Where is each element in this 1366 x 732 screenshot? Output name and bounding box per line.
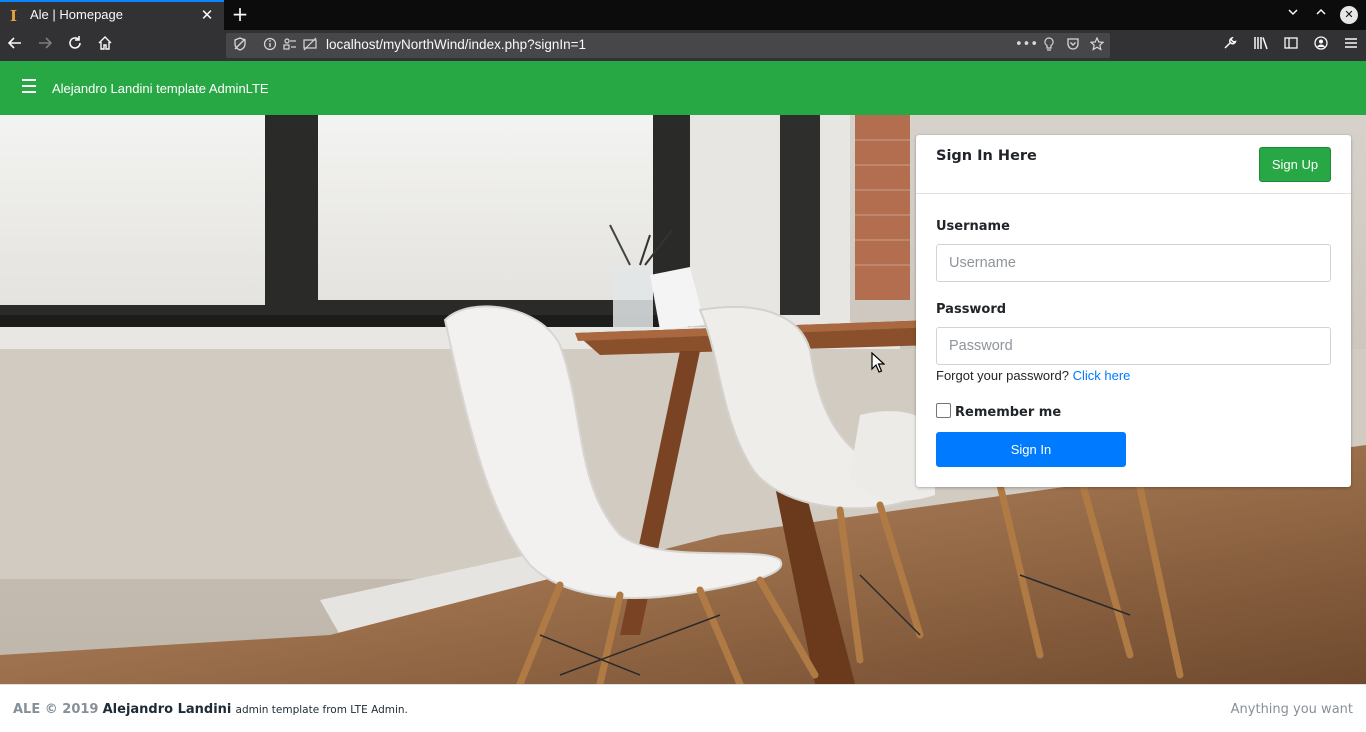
footer-suffix: admin template from LTE Admin. [235, 704, 408, 716]
lightbulb-icon[interactable] [1040, 37, 1058, 53]
menu-icon[interactable] [1341, 36, 1361, 56]
chevron-up-icon[interactable] [1312, 5, 1330, 23]
remember-me-label[interactable]: Remember me [955, 405, 1061, 420]
forgot-password-prompt: Forgot your password? [936, 368, 1069, 383]
sidebar-icon[interactable] [1281, 36, 1301, 56]
site-favicon-icon: I [10, 7, 18, 25]
footer-right-text: Anything you want [1230, 702, 1353, 717]
password-input[interactable] [936, 327, 1331, 365]
username-label: Username [936, 219, 1010, 234]
page-actions-icon[interactable]: ••• [1015, 37, 1038, 53]
remember-me-checkbox[interactable] [936, 403, 951, 418]
browser-toolbar: localhost/myNorthWind/index.php?signIn=1… [0, 30, 1366, 61]
brand-title[interactable]: Alejandro Landini template AdminLTE [52, 81, 269, 96]
page-footer: ALE © 2019 Alejandro Landini admin templ… [0, 684, 1366, 732]
app-header: Alejandro Landini template AdminLTE [0, 61, 1366, 115]
forgot-password-text: Forgot your password? Click here [936, 368, 1130, 383]
back-arrow-icon[interactable] [4, 35, 26, 57]
window-close-icon[interactable]: ✕ [1340, 6, 1358, 24]
footer-copyright: ALE © 2019 Alejandro Landini admin templ… [13, 702, 408, 717]
home-icon[interactable] [94, 35, 116, 57]
address-bar[interactable]: localhost/myNorthWind/index.php?signIn=1… [226, 33, 1110, 58]
forgot-password-link[interactable]: Click here [1073, 368, 1131, 383]
footer-author-link[interactable]: Alejandro Landini [103, 702, 232, 717]
username-input[interactable] [936, 244, 1331, 282]
tracking-protection-icon[interactable] [232, 37, 248, 53]
reload-icon[interactable] [64, 35, 86, 57]
browser-tab[interactable]: I Ale | Homepage ✕ [0, 0, 224, 30]
signup-button[interactable]: Sign Up [1259, 147, 1331, 182]
hamburger-menu-icon[interactable] [22, 79, 38, 93]
password-label: Password [936, 302, 1007, 317]
url-text[interactable]: localhost/myNorthWind/index.php?signIn=1 [326, 37, 586, 52]
bookmark-star-icon[interactable] [1088, 36, 1106, 53]
card-title: Sign In Here [936, 148, 1037, 164]
forward-arrow-icon[interactable] [34, 35, 56, 57]
insecure-connection-icon[interactable] [302, 37, 318, 53]
tab-close-icon[interactable]: ✕ [198, 6, 216, 24]
signin-card: Sign In Here Sign Up Username Password F… [916, 135, 1351, 487]
footer-prefix: ALE © 2019 [13, 702, 99, 717]
signin-button[interactable]: Sign In [936, 432, 1126, 467]
mouse-cursor-icon [871, 352, 885, 373]
library-icon[interactable] [1251, 36, 1271, 56]
wrench-icon[interactable] [1220, 36, 1240, 56]
tab-title: Ale | Homepage [30, 7, 123, 22]
new-tab-icon[interactable]: + [230, 3, 250, 25]
pocket-icon[interactable] [1064, 37, 1082, 53]
card-header: Sign In Here Sign Up [916, 135, 1351, 194]
permissions-icon[interactable] [282, 37, 298, 53]
browser-tab-strip: I Ale | Homepage ✕ + ✕ [0, 0, 1366, 30]
account-icon[interactable] [1311, 36, 1331, 56]
chevron-down-icon[interactable] [1284, 5, 1302, 23]
info-icon[interactable] [262, 37, 278, 53]
